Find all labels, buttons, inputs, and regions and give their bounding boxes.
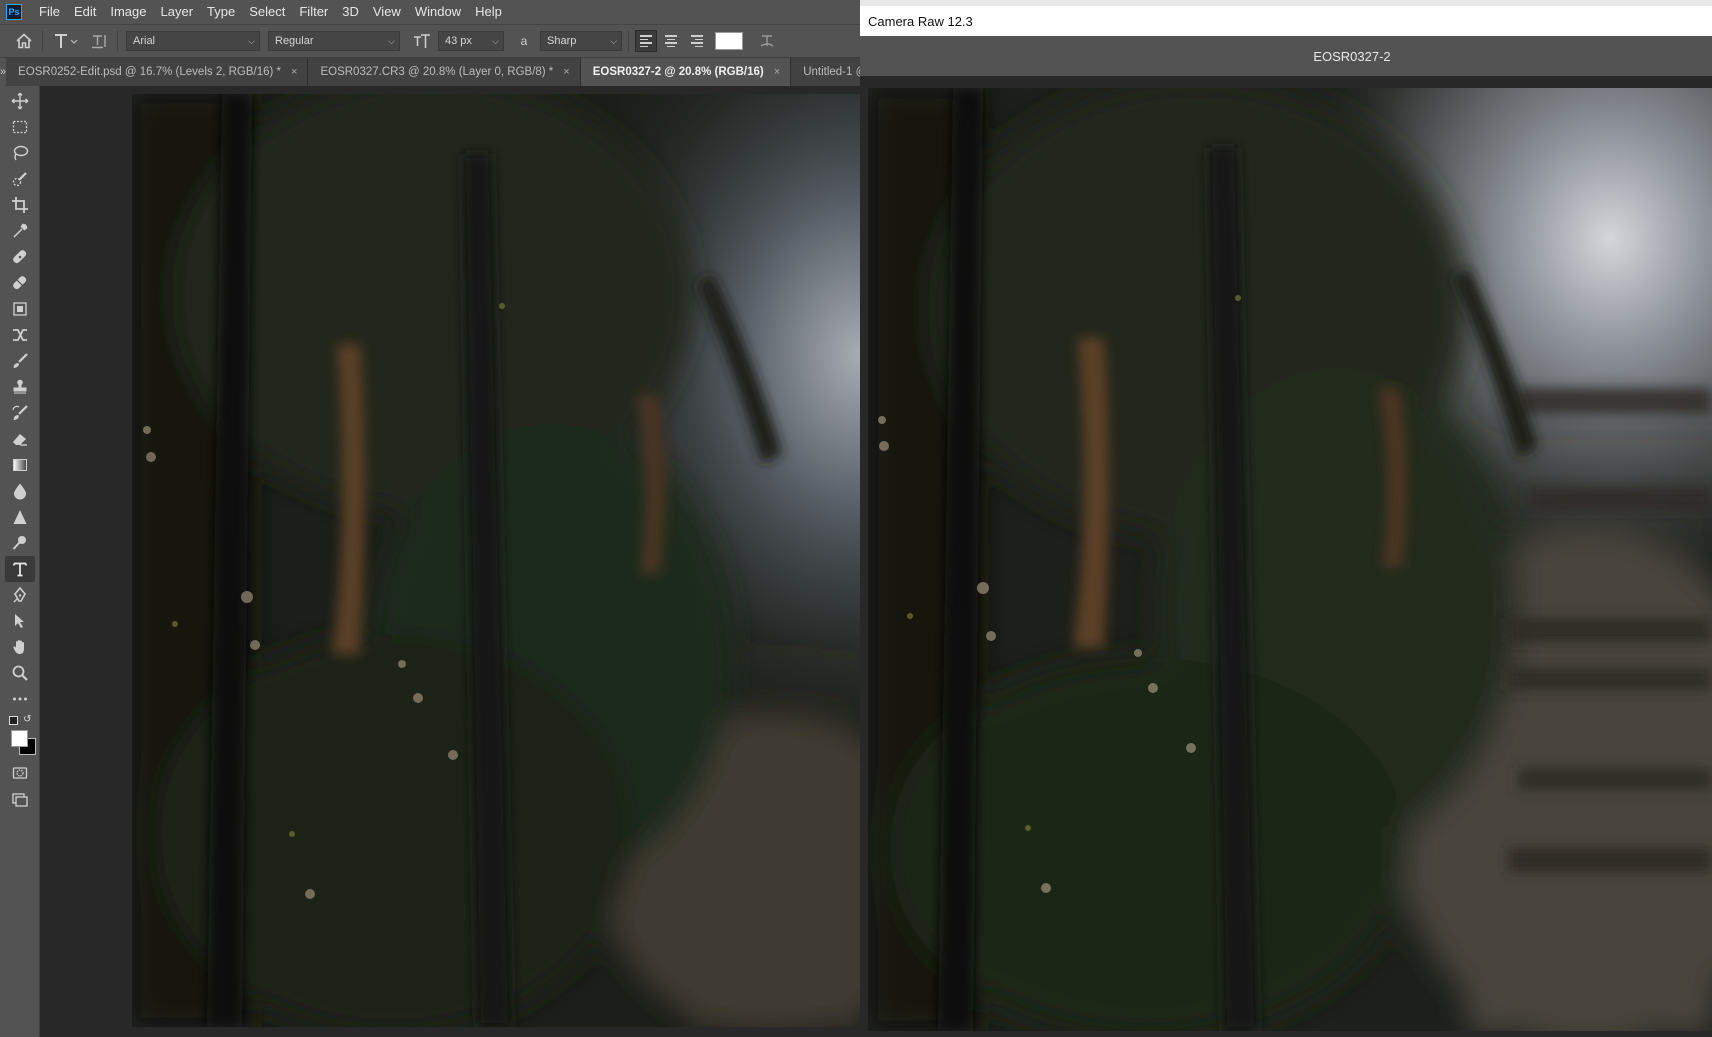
camera-raw-title: Camera Raw 12.3 (868, 13, 973, 29)
chevron-down-icon: ⌵ (388, 35, 395, 46)
separator (117, 30, 118, 52)
font-size-select[interactable]: 43 px ⌵ (438, 31, 504, 51)
font-style-select[interactable]: Regular ⌵ (268, 31, 400, 51)
type-tool-preset-icon[interactable] (49, 29, 81, 53)
tab-label: EOSR0252-Edit.psd @ 16.7% (Levels 2, RGB… (18, 66, 282, 78)
align-right-button[interactable] (685, 30, 707, 52)
menu-window[interactable]: Window (408, 0, 468, 24)
tab-eosr0252-edit[interactable]: EOSR0252-Edit.psd @ 16.7% (Levels 2, RGB… (6, 58, 309, 86)
quick-selection-icon[interactable] (5, 166, 35, 192)
font-size-icon (410, 29, 434, 53)
font-size-value: 43 px (445, 35, 472, 47)
font-style-value: Regular (275, 35, 314, 47)
separator (42, 30, 43, 52)
forest-path-photo (132, 94, 860, 1027)
document-image[interactable] (132, 94, 860, 1027)
document-tab-bar: » EOSR0252-Edit.psd @ 16.7% (Levels 2, R… (0, 58, 878, 86)
foreground-color-swatch[interactable] (10, 730, 28, 747)
chevron-down-icon: ⌵ (610, 35, 617, 46)
font-family-value: Arial (133, 35, 156, 47)
font-family-select[interactable]: Arial ⌵ (126, 31, 260, 51)
pen-tool-icon[interactable] (5, 582, 35, 608)
more-tools-icon[interactable] (5, 686, 35, 712)
history-brush-icon[interactable] (5, 400, 35, 426)
color-swatches: ↺ (5, 712, 36, 756)
menu-help[interactable]: Help (468, 0, 509, 24)
transform-icon[interactable] (5, 322, 35, 348)
move-tool-icon[interactable] (5, 88, 35, 114)
camera-raw-window: Camera Raw 12.3 EOSR0327-2 (860, 0, 1712, 1037)
type-tool-icon[interactable] (4, 556, 35, 582)
camera-raw-titlebar[interactable]: Camera Raw 12.3 (860, 0, 1712, 36)
camera-raw-preview[interactable] (868, 88, 1712, 1031)
eraser-icon[interactable] (5, 426, 35, 452)
menu-view[interactable]: View (366, 0, 408, 24)
antialias-value: Sharp (547, 35, 577, 47)
dodge-icon[interactable] (5, 530, 35, 556)
default-colors-icon[interactable] (8, 716, 18, 725)
menu-file[interactable]: File (32, 0, 67, 24)
tab-eosr0327-2[interactable]: EOSR0327-2 @ 20.8% (RGB/16) × (580, 58, 792, 86)
marquee-tool-icon[interactable] (5, 114, 35, 140)
text-orientation-icon[interactable] (87, 29, 111, 53)
menu-filter[interactable]: Filter (292, 0, 335, 24)
menu-3d[interactable]: 3D (335, 0, 366, 24)
options-bar: Arial ⌵ Regular ⌵ 43 px ⌵ a Sharp ⌵ (0, 24, 860, 58)
zoom-tool-icon[interactable] (5, 660, 35, 686)
forest-path-photo-preview (868, 88, 1712, 1031)
tab-label: EOSR0327-2 @ 20.8% (RGB/16) (592, 66, 764, 78)
chevron-down-icon: ⌵ (248, 35, 255, 46)
path-selection-icon[interactable] (5, 608, 35, 634)
blur-icon[interactable] (5, 478, 35, 504)
tab-label: EOSR0327.CR3 @ 20.8% (Layer 0, RGB/8) * (320, 66, 554, 78)
crop-tool-icon[interactable] (5, 192, 35, 218)
camera-raw-header: EOSR0327-2 (860, 36, 1712, 76)
home-icon[interactable] (12, 29, 36, 53)
menu-edit[interactable]: Edit (67, 0, 103, 24)
close-icon[interactable]: × (291, 66, 297, 78)
gradient-icon[interactable] (5, 452, 35, 478)
separator (628, 30, 629, 52)
swap-colors-icon[interactable]: ↺ (23, 714, 31, 725)
photoshop-logo-icon[interactable]: Ps (6, 4, 22, 20)
menu-image[interactable]: Image (103, 0, 153, 24)
screen-mode-icon[interactable] (5, 786, 35, 812)
align-left-button[interactable] (635, 30, 657, 52)
tools-panel: ↺ (0, 86, 40, 1037)
antialias-icon: a (512, 29, 536, 53)
warp-text-icon[interactable] (755, 29, 779, 53)
menu-select[interactable]: Select (242, 0, 292, 24)
antialias-select[interactable]: Sharp ⌵ (540, 31, 622, 51)
close-icon[interactable]: × (774, 66, 780, 78)
tab-eosr0327-cr3[interactable]: EOSR0327.CR3 @ 20.8% (Layer 0, RGB/8) * … (308, 58, 581, 86)
menu-bar: Ps File Edit Image Layer Type Select Fil… (0, 0, 860, 24)
clone-stamp-icon[interactable] (5, 374, 35, 400)
content-aware-move-icon[interactable] (5, 296, 35, 322)
quick-mask-icon[interactable] (5, 760, 35, 786)
menu-layer[interactable]: Layer (154, 0, 201, 24)
text-color-swatch[interactable] (715, 32, 743, 50)
close-icon[interactable]: × (563, 66, 569, 78)
chevron-down-icon: ⌵ (492, 35, 499, 46)
hand-tool-icon[interactable] (5, 634, 35, 660)
brush-tool-icon[interactable] (5, 348, 35, 374)
camera-raw-filename: EOSR0327-2 (1313, 48, 1391, 64)
align-center-button[interactable] (660, 30, 682, 52)
patch-tool-icon[interactable] (5, 270, 35, 296)
tab-label: Untitled-1 @ (803, 66, 868, 78)
document-canvas-area[interactable] (40, 86, 860, 1037)
lasso-tool-icon[interactable] (5, 140, 35, 166)
antialias-glyph: a (520, 34, 528, 48)
eyedropper-icon[interactable] (5, 218, 35, 244)
menu-type[interactable]: Type (200, 0, 242, 24)
sharpen-icon[interactable] (5, 504, 35, 530)
healing-brush-icon[interactable] (5, 244, 35, 270)
